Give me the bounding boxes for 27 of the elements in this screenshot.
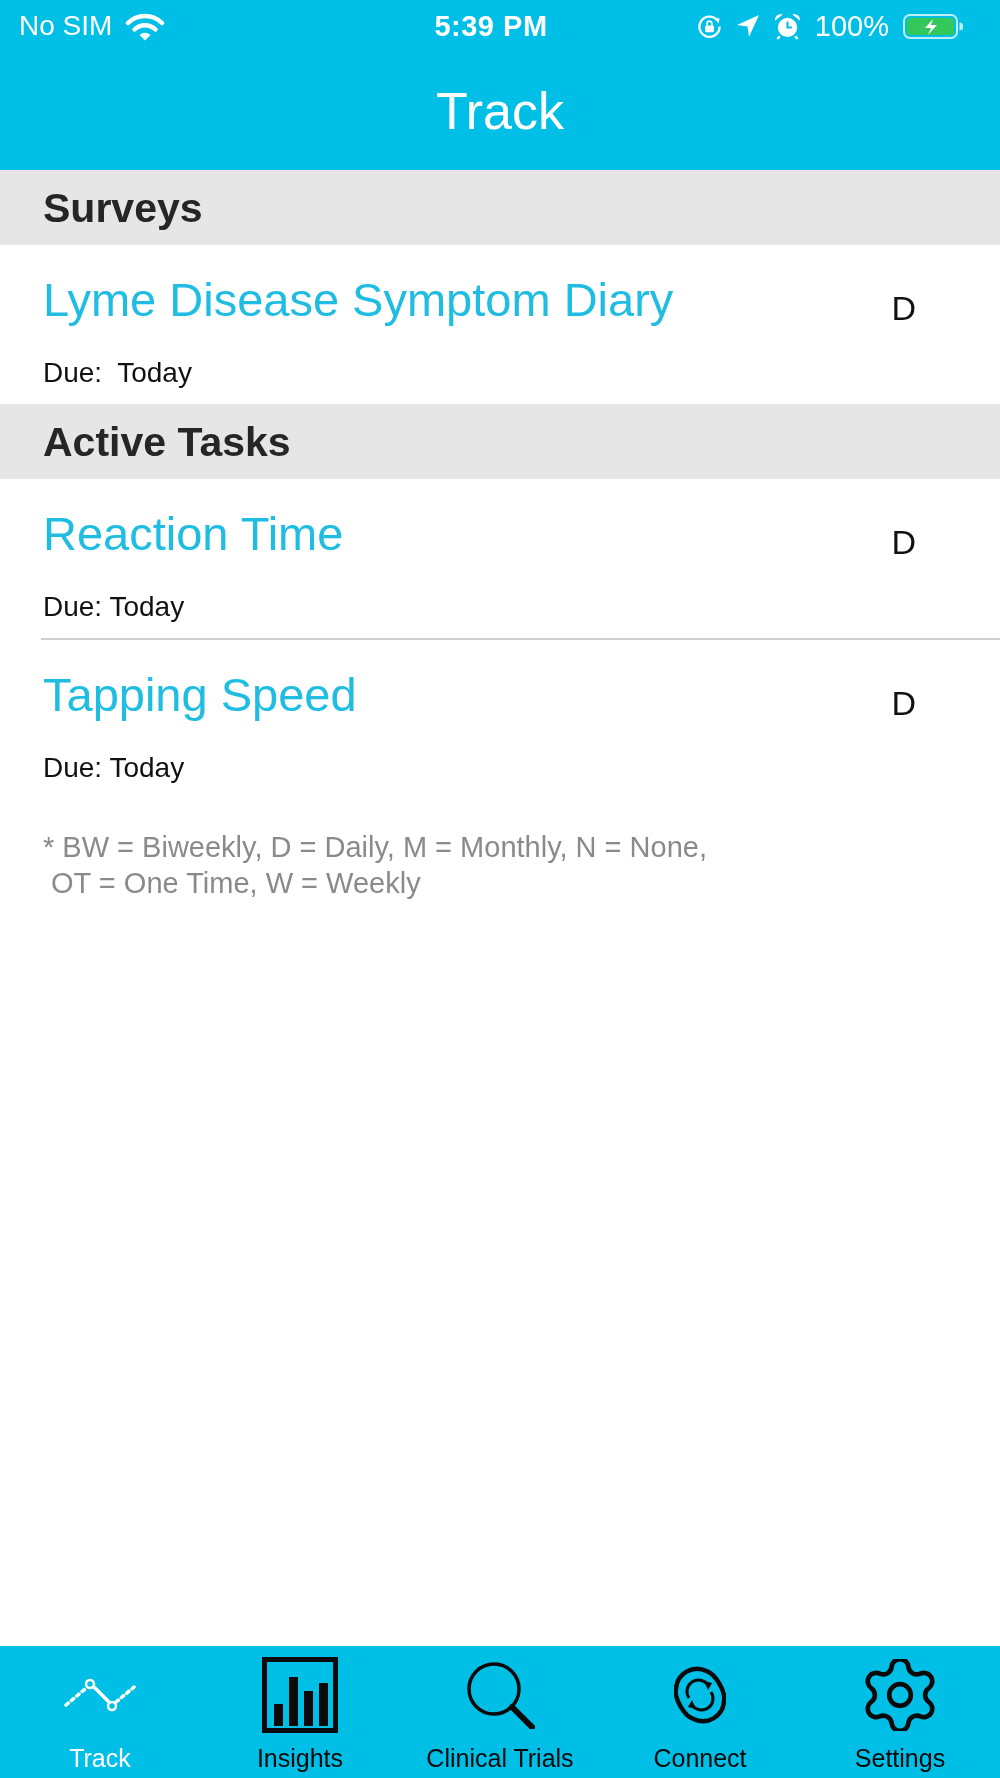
- clock-time: 5:39 PM: [434, 9, 548, 43]
- tab-button[interactable]: Clinical Trials: [400, 1646, 600, 1778]
- due-date-text: Due: Today: [43, 752, 185, 784]
- tab-button[interactable]: Connect: [600, 1646, 800, 1778]
- bar-chart-icon: [262, 1657, 338, 1733]
- location-arrow-icon: [735, 14, 760, 38]
- orientation-lock-icon: [696, 13, 722, 39]
- wifi-icon: [125, 11, 166, 41]
- frequency-code: D: [891, 288, 916, 328]
- tab-button[interactable]: Settings: [800, 1646, 1000, 1778]
- tab-button[interactable]: Insights: [200, 1646, 400, 1778]
- frequency-code: D: [891, 522, 916, 562]
- line-graph-icon: [64, 1678, 136, 1712]
- page-title: Track: [435, 81, 565, 141]
- carrier-text: No SIM: [19, 9, 113, 43]
- section-title: Active Tasks: [43, 417, 291, 466]
- frequency-code: D: [891, 683, 916, 723]
- settings-icon: [864, 1659, 936, 1731]
- battery-charging-icon: [903, 13, 963, 39]
- alarm-clock-icon: [773, 12, 801, 40]
- due-date-text: Due: Today: [43, 591, 185, 623]
- battery-percentage: 100%: [814, 9, 889, 43]
- frequency-legend: * BW = Biweekly, D = Daily, M = Monthly, N = None, OT = One Time, W = Weekly: [0, 829, 1000, 901]
- sync-icon: [674, 1665, 726, 1725]
- search-icon: [465, 1661, 535, 1729]
- section-title: Surveys: [43, 183, 203, 232]
- due-date-text: Due: Today: [43, 357, 192, 389]
